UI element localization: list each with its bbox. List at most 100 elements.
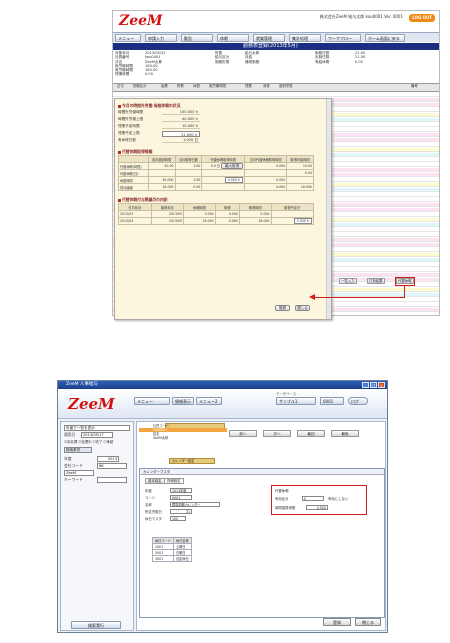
table-header: 取得予定日 <box>270 203 315 211</box>
left-panel: 年度で一覧を表示 適用日 2013/05/17 ☑未処理 ☑処理中 ☑完了 ☑承… <box>60 421 134 631</box>
row-label: 有休残日数 <box>118 138 136 142</box>
table-row[interactable]: 3001 法定休日 <box>152 555 192 562</box>
employee-grid: 社員コード 1000001 姓名 ZeeM太郎 <box>139 424 227 442</box>
table-cell: 0.00 <box>286 169 314 177</box>
schedule-input[interactable]: 0.000 h <box>293 218 312 224</box>
callout-line <box>314 297 405 298</box>
app-header: ZeeM 株式会社ZeeM 給与太郎 kou0001 Ver. 0001 LOG… <box>113 11 439 42</box>
table-cell: 3001 <box>152 555 174 562</box>
max-acquire-button[interactable]: 最大取得 <box>221 163 244 169</box>
table-cell: 10.00 <box>286 162 314 170</box>
close-button[interactable]: 閉じる <box>355 618 381 626</box>
company-code-input[interactable]: 66 <box>97 463 127 469</box>
checkbox-label: 完了 <box>95 440 103 444</box>
register-button[interactable]: 登録 <box>275 305 290 311</box>
grid-header-cell: 日付 <box>117 84 124 88</box>
first-button[interactable]: 最初 <box>297 430 325 437</box>
year-input[interactable]: 2013 <box>97 456 119 462</box>
table-cell: 0.000 h <box>201 176 246 184</box>
year-field[interactable]: 2013年度 <box>170 488 192 493</box>
menu-item-home[interactable]: ホーム画面に戻る <box>365 34 405 42</box>
last-button[interactable]: 最後 <box>331 430 359 437</box>
row-label: 時間外労働上限 <box>118 117 144 121</box>
close-icon[interactable]: × <box>378 382 385 388</box>
table-row: 代替休暇(日) 0.00 <box>118 169 314 177</box>
day-input[interactable]: 0.0 日 <box>211 164 220 168</box>
code-field[interactable]: 0001 <box>320 397 344 405</box>
table-cell: 代替休暇(時間) <box>118 162 149 170</box>
grid-header-cell: 実労働時間 <box>209 84 226 88</box>
table-header: 付与年月 <box>118 203 152 211</box>
keyword-input[interactable] <box>97 477 127 483</box>
menu-item-menu[interactable]: メニュー <box>115 34 141 42</box>
menu-item-apply[interactable]: 申請入力 <box>145 34 177 42</box>
table-cell: 休憩時間 <box>118 176 149 184</box>
overtime-limit-input[interactable]: 11.000 h <box>162 130 200 137</box>
tab-detail[interactable]: 詳細設定 <box>164 478 184 484</box>
valid-type-select[interactable]: 0 <box>302 496 324 501</box>
dialog-scrollbar[interactable] <box>326 99 331 319</box>
info-value: 通常勤務 <box>245 59 260 64</box>
table-row: 2013/03 2013/05 0.00h 0.00h 0.00h <box>118 210 315 218</box>
logout-button[interactable]: LOG OUT <box>409 14 435 22</box>
date-input[interactable]: 2013/05/17 <box>81 432 113 438</box>
table-cell: 1.00 <box>174 162 203 170</box>
zeem-logo: ZeeM <box>68 395 115 413</box>
punch-result-button[interactable]: 打刻結果 <box>367 278 385 284</box>
search-conditions-tab[interactable]: 検索条件 <box>64 447 92 453</box>
database-label: データベース <box>276 392 297 396</box>
register-button[interactable]: 登録 <box>323 618 351 626</box>
info-label: 出勤日数 <box>315 55 330 60</box>
menu-button[interactable]: メニュー <box>134 397 170 405</box>
table-cell: 16.00h <box>286 183 314 191</box>
list-input-button[interactable]: 一覧入力 <box>339 278 357 284</box>
log-button[interactable]: ログ <box>348 397 368 405</box>
menu2-button[interactable]: メニュー2 <box>196 397 222 405</box>
row-label: 残業予定時間 <box>118 124 140 128</box>
table-cell: 2013/03 <box>118 210 152 218</box>
employee-info: 対象年月 社員番号 氏名 総労働時間 実労働時間 残業時間 2013/05/31… <box>115 51 437 81</box>
menu-item-aggregate[interactable]: 集計処理 <box>289 34 321 42</box>
table-cell <box>270 210 315 218</box>
page-title: 勤務表登録(2013年5月) <box>113 43 439 50</box>
grid-header-cell: 遅刻早退 <box>279 84 293 88</box>
table-header: 前月超過時間 <box>147 155 176 163</box>
info-label: 給与区分 <box>215 55 230 60</box>
prev-button[interactable]: 前へ <box>229 430 257 437</box>
tab-calendar-settings[interactable]: カレンダー設定 <box>169 458 215 464</box>
zeem-logo: ZeeM <box>119 13 163 29</box>
row-value: 100.000 h <box>162 109 200 115</box>
table-cell: 16.00h <box>183 217 216 225</box>
tab-basic[interactable]: 基本設定 <box>145 478 165 484</box>
holiday-master-field[interactable]: 100 <box>170 516 186 521</box>
menu-item-work-mgmt[interactable]: 就業管理 <box>253 34 285 42</box>
info-button[interactable]: 情報表示 <box>172 397 194 405</box>
menu-item-attendance[interactable]: 勤怠 <box>181 34 213 42</box>
conversion-factor-input[interactable]: 0.500 <box>306 505 328 510</box>
maximize-icon[interactable]: □ <box>370 382 377 388</box>
table-cell: 0.00h <box>183 210 216 218</box>
substitute-leave-dialog: 今月の時間外労働 有給休暇の状況 時間外労働時間 100.000 h 時間外労働… <box>114 98 332 320</box>
next-button[interactable]: 次へ <box>263 430 291 437</box>
close-button[interactable]: 閉じる <box>295 305 310 311</box>
company-select[interactable]: サンプル1 <box>276 397 316 405</box>
record-nav: 前へ 次へ 最初 最後 <box>229 430 383 438</box>
top-screenshot: ZeeM 株式会社ZeeM 給与太郎 kou0001 Ver. 0001 LOG… <box>112 10 440 320</box>
hours-input[interactable]: 0.000 h <box>224 177 244 183</box>
name-field[interactable]: 標準勤務カレンダー <box>170 502 220 507</box>
code-field[interactable]: 0001 <box>170 495 192 500</box>
view-dropdown[interactable]: 年度で一覧を表示 <box>64 425 130 431</box>
table-header: 取得時間 <box>238 203 272 211</box>
checkbox-label: 承認 <box>106 440 114 444</box>
bottom-screenshot: ZeeM 人事給与 _ □ × ZeeM メニュー 情報表示 メニュー2 データ… <box>57 380 388 633</box>
table-header: 取得可能時間 <box>286 155 314 163</box>
table-cell: 0.00h <box>244 176 288 184</box>
search-execute-button[interactable]: 検索実行 <box>71 621 121 629</box>
menu-item-workflow[interactable]: ワークフロー <box>325 34 361 42</box>
workdays-field[interactable]: 31 <box>170 509 192 514</box>
table-cell <box>147 169 176 177</box>
menu-item-leave[interactable]: 休暇 <box>217 34 249 42</box>
table-cell: 0.00h <box>244 183 288 191</box>
timesheet-row[interactable] <box>113 93 439 97</box>
minimize-icon[interactable]: _ <box>362 382 369 388</box>
